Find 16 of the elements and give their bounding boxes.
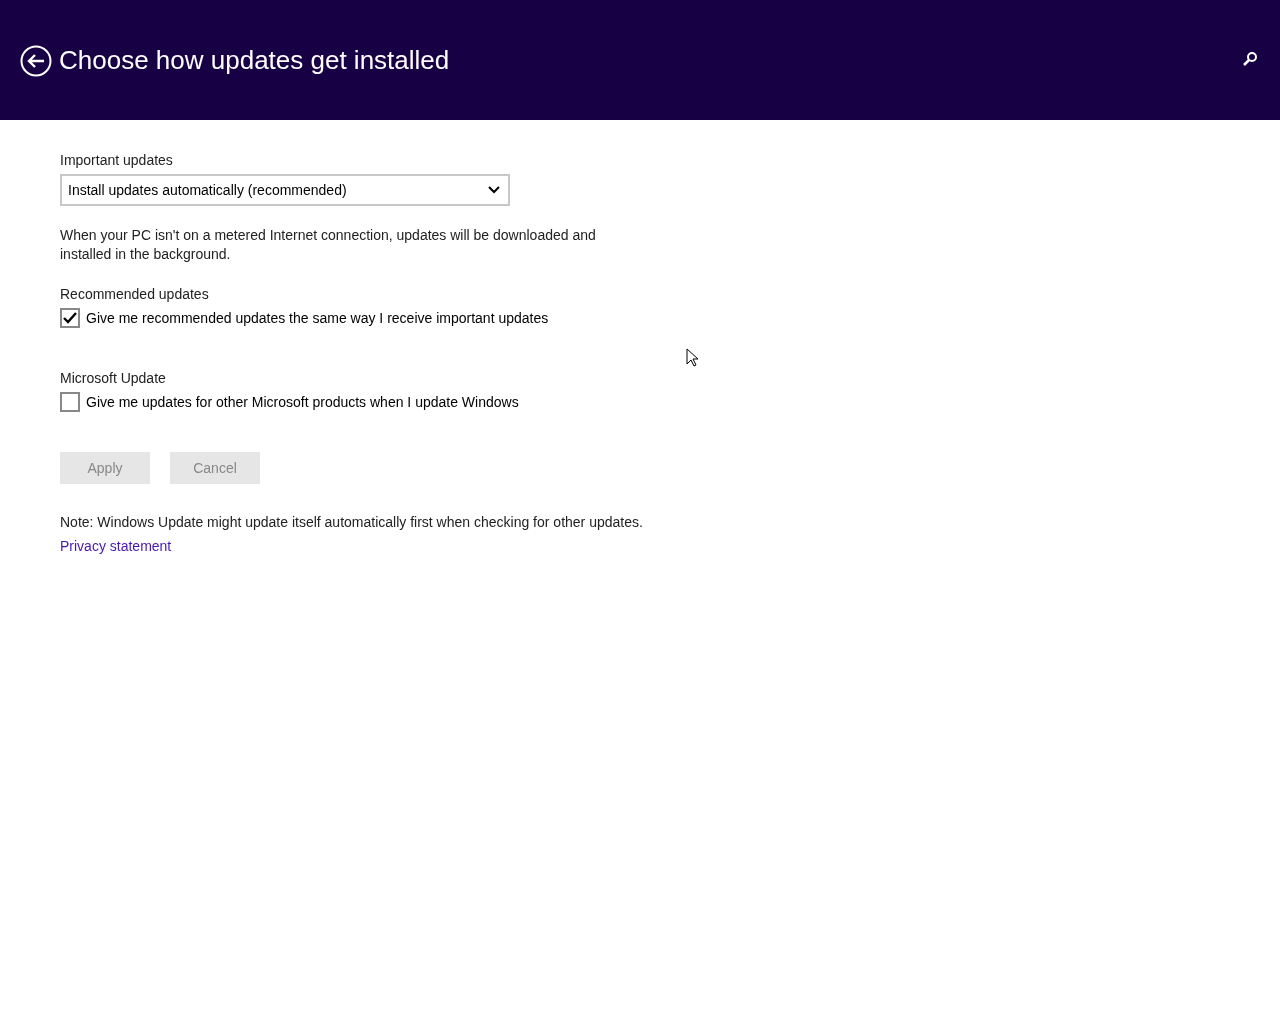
- section-label: Recommended updates: [60, 286, 210, 302]
- checkbox[interactable]: [60, 392, 80, 412]
- back-icon[interactable]: [20, 44, 52, 77]
- cursor-icon: [686, 348, 698, 367]
- description-text: When your PC isn't on a metered Internet connection, updates will be downloaded and installed in the background.: [60, 226, 597, 264]
- search-icon[interactable]: [1242, 51, 1258, 67]
- checkbox-label: Give me recommended updates the same way I receive important updates: [86, 310, 549, 326]
- checkbox-label: Give me updates for other Microsoft products when I update Windows: [86, 394, 519, 410]
- section-label: Important updates: [60, 152, 174, 168]
- chevron-down-icon: [488, 186, 500, 194]
- update-dropdown[interactable]: Install updates automatically (recommended): [60, 174, 510, 206]
- checkbox[interactable]: [60, 308, 80, 328]
- section-label: Microsoft Update: [60, 370, 167, 386]
- page-title: Choose how updates get installed: [59, 44, 451, 76]
- privacy-link[interactable]: Privacy statement: [60, 538, 172, 554]
- note-text: Note: Windows Update might update itself automatically first when checking for other updates.: [60, 514, 644, 530]
